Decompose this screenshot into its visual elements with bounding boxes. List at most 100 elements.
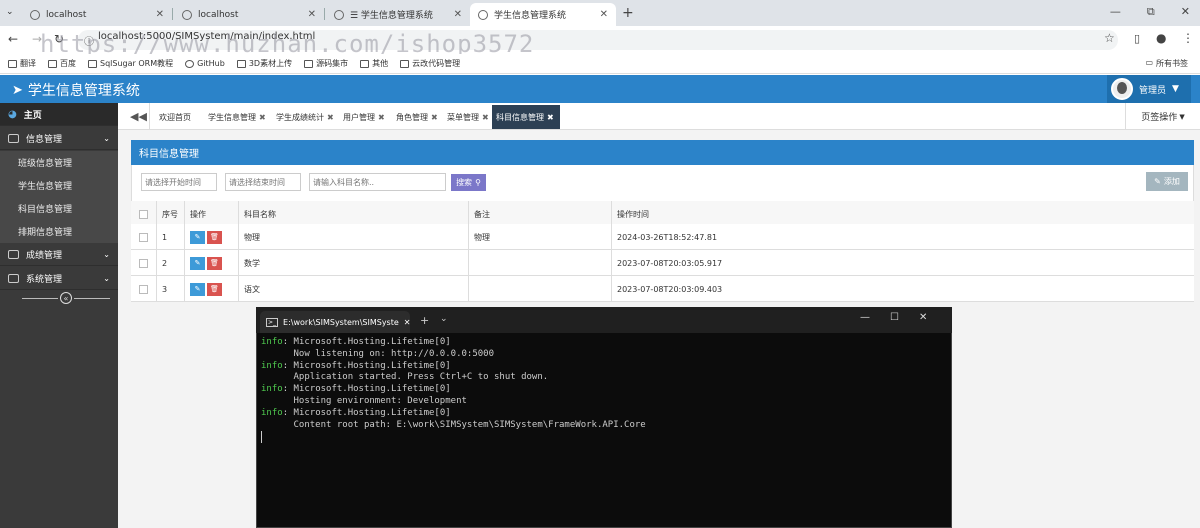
terminal-line: Now listening on: http://0.0.0.0:5000 — [261, 348, 495, 359]
bookmark-folder-other[interactable]: 其他 — [360, 58, 388, 69]
row-remark — [468, 250, 616, 276]
close-icon[interactable]: ✖ — [547, 113, 554, 122]
info-icon — [8, 133, 19, 143]
back-arrow-icon[interactable]: ← — [8, 32, 18, 46]
panel-title: 科目信息管理 — [131, 140, 1194, 165]
delete-button[interactable]: 🗑 — [207, 282, 222, 296]
table-row[interactable]: 3 ✎ 🗑 语文 2023-07-08T20:03:09.403 — [131, 276, 1194, 302]
close-icon[interactable]: ✕ — [454, 9, 462, 20]
sqlsugar-icon — [88, 59, 97, 68]
close-icon[interactable]: ✖ — [431, 113, 438, 122]
sidebar-group-info[interactable]: 信息管理 ⌄ — [0, 127, 118, 150]
edit-button[interactable]: ✎ — [190, 230, 205, 244]
sidebar-group-system[interactable]: 系统管理 ⌄ — [0, 267, 118, 290]
close-icon[interactable]: ✕ — [600, 9, 608, 20]
minimize-icon[interactable]: — — [860, 312, 870, 323]
chevron-down-icon[interactable]: ⌄ — [440, 314, 448, 324]
terminal-line: info: Microsoft.Hosting.Lifetime[0] — [261, 407, 451, 418]
close-icon[interactable]: ✖ — [378, 113, 385, 122]
edit-button[interactable]: ✎ — [190, 282, 205, 296]
new-terminal-tab-button[interactable]: + — [420, 314, 429, 327]
tab-score-stats[interactable]: 学生成绩统计 ✖ — [272, 105, 338, 129]
close-icon[interactable]: ✕ — [156, 9, 164, 20]
baidu-icon — [48, 59, 57, 68]
bookmark-folder-source[interactable]: 源码集市 — [304, 58, 348, 69]
tab-welcome[interactable]: 欢迎首页 — [155, 105, 195, 129]
table-row[interactable]: 2 ✎ 🗑 数学 2023-07-08T20:03:05.917 — [131, 250, 1194, 276]
delete-button[interactable]: 🗑 — [207, 230, 222, 244]
row-select-cell — [131, 250, 156, 276]
caret-down-icon: ▼ — [1179, 112, 1185, 121]
close-icon[interactable]: ✖ — [327, 113, 334, 122]
terminal-line: info: Microsoft.Hosting.Lifetime[0] — [261, 360, 451, 371]
tab-student-info[interactable]: 学生信息管理 ✖ — [204, 105, 270, 129]
sidebar-item-home[interactable]: ◕ 主页 — [0, 103, 118, 126]
row-checkbox[interactable] — [139, 232, 148, 242]
maximize-icon[interactable]: ☐ — [890, 312, 899, 323]
all-bookmarks[interactable]: ▭ 所有书签 — [1145, 58, 1188, 69]
sidebar-item-student[interactable]: 学生信息管理 — [0, 174, 118, 197]
terminal-tab[interactable]: >_ E:\work\SIMSystem\SIMSyste ✕ — [260, 311, 410, 333]
end-time-input[interactable] — [225, 173, 301, 191]
sidebar-collapse-toggle[interactable]: « — [22, 292, 110, 304]
close-window-icon[interactable]: ✕ — [1181, 5, 1190, 19]
user-menu[interactable]: 管理员 ▼ — [1107, 75, 1191, 103]
close-icon[interactable]: ✖ — [259, 113, 266, 122]
sidepanel-icon[interactable]: ▯ — [1134, 32, 1140, 45]
close-window-icon[interactable]: ✕ — [919, 312, 927, 323]
browser-tab-4[interactable]: 学生信息管理系统 ✕ — [470, 3, 616, 26]
select-all-checkbox[interactable] — [139, 209, 148, 219]
tab-users[interactable]: 用户管理 ✖ — [339, 105, 389, 129]
tab-divider — [324, 8, 325, 20]
divider — [22, 297, 58, 299]
delete-button[interactable]: 🗑 — [207, 256, 222, 270]
search-button[interactable]: 搜索 ⚲ — [451, 174, 486, 191]
chevron-down-icon: ⌄ — [103, 249, 110, 259]
tab-options-dropdown[interactable]: 页签操作 ▼ — [1125, 103, 1200, 130]
bookmark-github[interactable]: GitHub — [185, 59, 225, 68]
bookmark-translate[interactable]: 翻译 — [8, 58, 36, 69]
tab-menus[interactable]: 菜单管理 ✖ — [443, 105, 493, 129]
row-actions: ✎ 🗑 — [184, 276, 238, 302]
terminal-icon: >_ — [266, 317, 279, 327]
close-icon[interactable]: ✖ — [482, 113, 489, 122]
new-tab-button[interactable]: + — [622, 5, 634, 21]
row-subject-name: 数学 — [238, 250, 468, 276]
browser-tab-1[interactable]: localhost ✕ — [22, 3, 172, 26]
restore-icon[interactable]: ⧉ — [1147, 5, 1155, 19]
row-checkbox[interactable] — [139, 258, 148, 268]
tabs-scroll-left-button[interactable]: ◀◀ — [128, 103, 150, 129]
edit-button[interactable]: ✎ — [190, 256, 205, 270]
sidebar-item-class[interactable]: 班级信息管理 — [0, 151, 118, 174]
close-icon[interactable]: ✕ — [404, 318, 411, 327]
minimize-icon[interactable]: — — [1110, 5, 1121, 19]
start-time-input[interactable] — [141, 173, 217, 191]
sidebar-item-subject[interactable]: 科目信息管理 — [0, 197, 118, 220]
bookmark-sqlsugar[interactable]: SqlSugar ORM教程 — [88, 58, 173, 69]
bookmark-star-icon[interactable]: ☆ — [1104, 31, 1115, 45]
dashboard-icon: ◕ — [8, 108, 17, 120]
add-button[interactable]: ✎ 添加 — [1146, 172, 1188, 191]
tab-search-icon[interactable]: ⌄ — [6, 7, 14, 17]
paper-plane-icon: ➤ — [12, 82, 23, 98]
close-icon[interactable]: ✕ — [308, 9, 316, 20]
image-icon — [8, 249, 19, 259]
tab-roles[interactable]: 角色管理 ✖ — [392, 105, 442, 129]
subject-name-input[interactable] — [309, 173, 446, 191]
terminal-line: Content root path: E:\work\SIMSystem\SIM… — [261, 419, 646, 430]
browser-tab-2[interactable]: localhost ✕ — [174, 3, 324, 26]
browser-tab-3[interactable]: ☰ 学生信息管理系统 ✕ — [326, 3, 470, 26]
edit-icon: ✎ — [1154, 177, 1161, 186]
table-row[interactable]: 1 ✎ 🗑 物理 物理 2024-03-26T18:52:47.81 — [131, 224, 1194, 250]
sidebar-group-grades[interactable]: 成绩管理 ⌄ — [0, 243, 118, 266]
tab-subject-info[interactable]: 科目信息管理 ✖ — [492, 105, 560, 129]
sidebar-item-schedule[interactable]: 排期信息管理 — [0, 220, 118, 243]
bookmark-3d[interactable]: 3D素材上传 — [236, 58, 292, 69]
bookmark-cloud-code[interactable]: 云改代码管理 — [400, 58, 460, 69]
profile-icon[interactable]: ● — [1156, 31, 1166, 45]
menu-dots-icon[interactable]: ⋮ — [1182, 31, 1194, 45]
bookmark-baidu[interactable]: 百度 — [48, 58, 76, 69]
folder-icon — [304, 59, 314, 68]
avatar — [1111, 78, 1133, 100]
row-checkbox[interactable] — [139, 284, 148, 294]
